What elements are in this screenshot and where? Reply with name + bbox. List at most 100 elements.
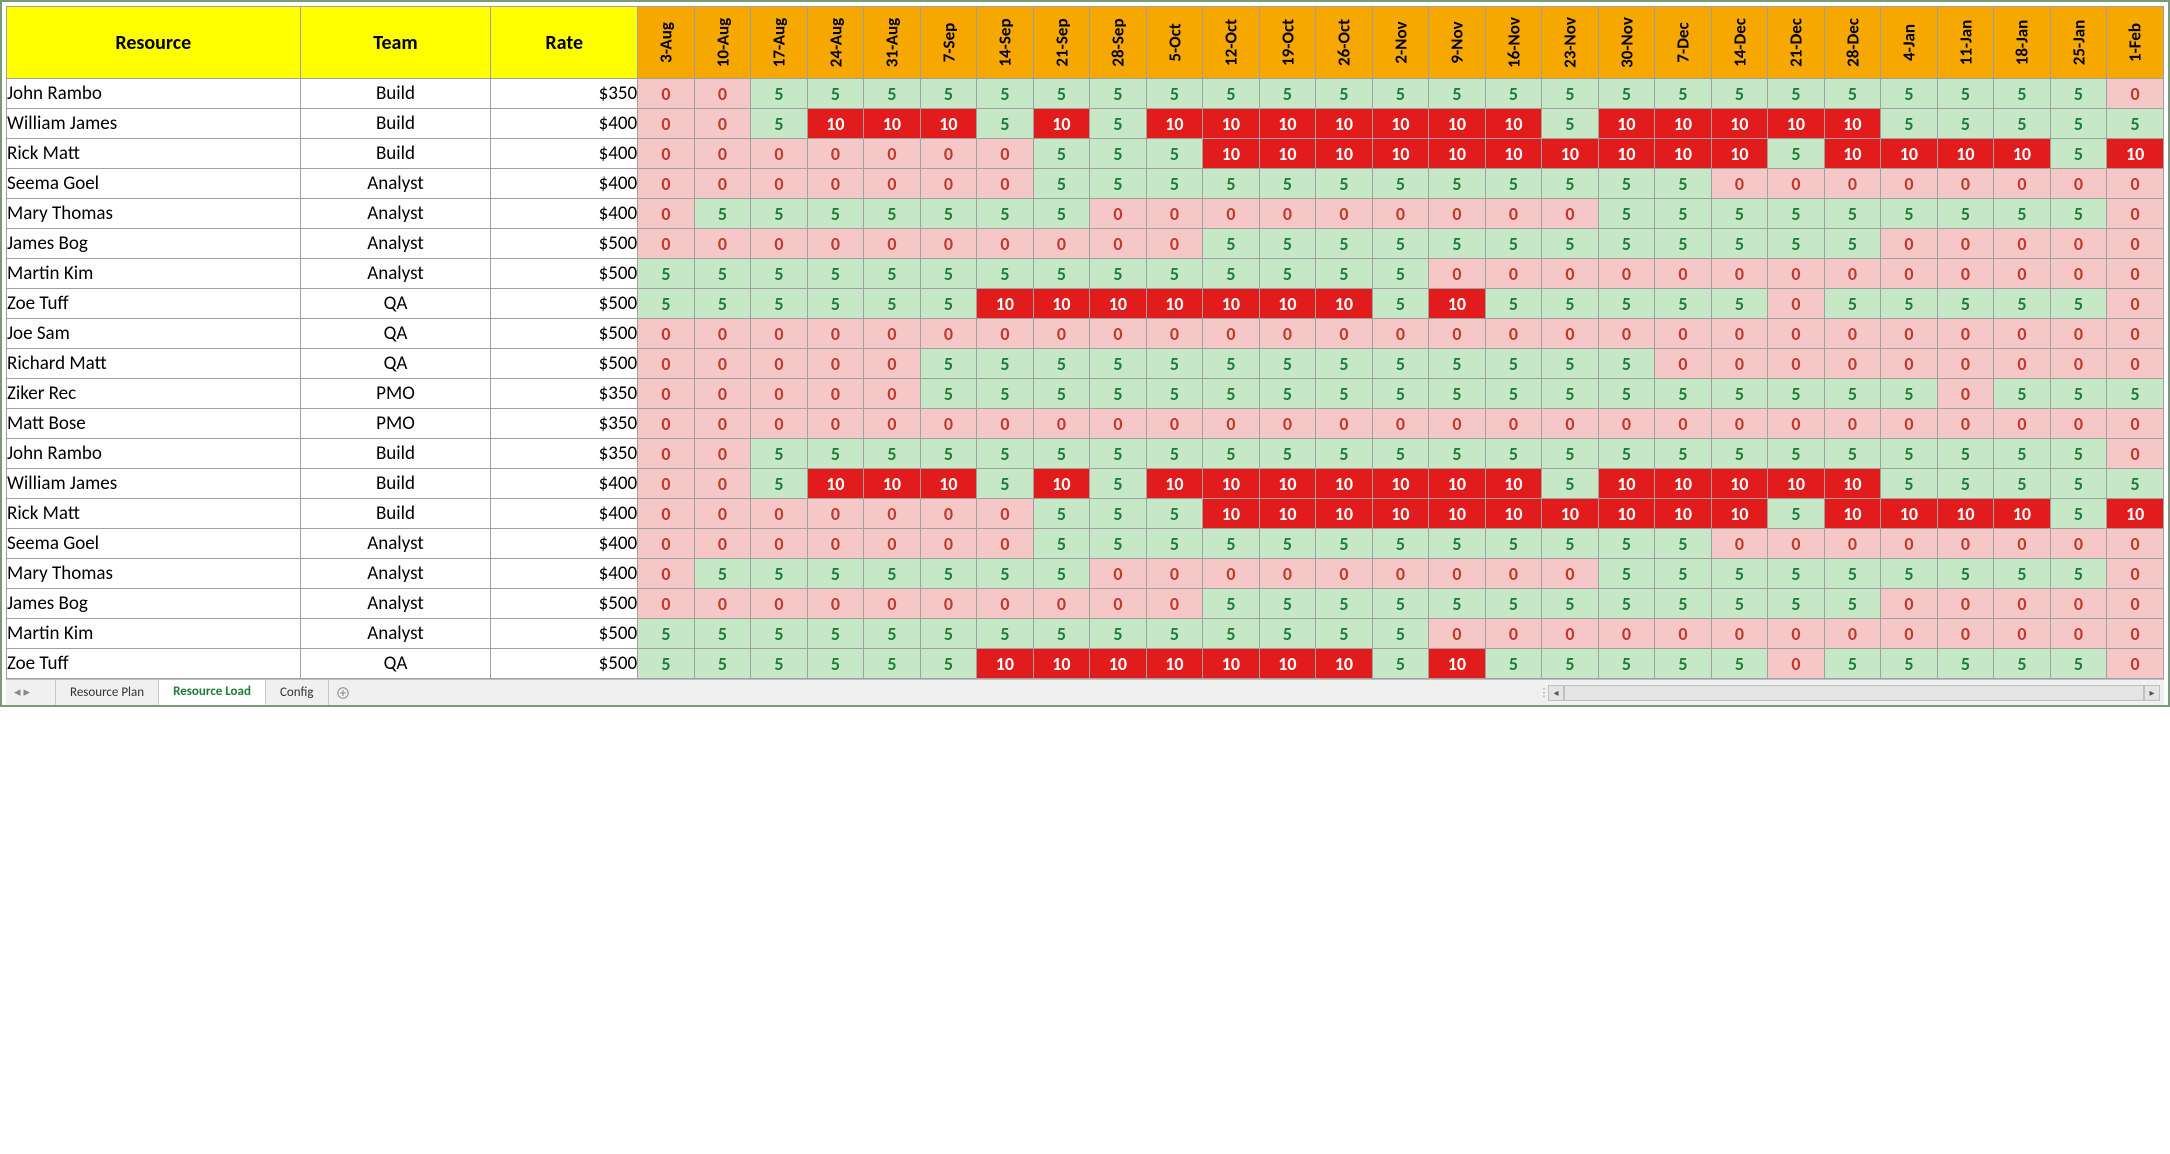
load-cell[interactable]: 5 [1033,379,1090,409]
load-cell[interactable]: 0 [1316,319,1373,349]
load-cell[interactable]: 0 [638,499,695,529]
load-cell[interactable]: 5 [1033,499,1090,529]
rate-cell[interactable]: $400 [491,139,638,169]
load-cell[interactable]: 5 [694,649,751,679]
team-cell[interactable]: Build [300,139,491,169]
load-cell[interactable]: 0 [1824,619,1881,649]
rate-cell[interactable]: $500 [491,649,638,679]
load-cell[interactable]: 5 [1542,109,1599,139]
rate-cell[interactable]: $400 [491,169,638,199]
rate-cell[interactable]: $500 [491,229,638,259]
team-cell[interactable]: Build [300,439,491,469]
resource-cell[interactable]: James Bog [7,229,301,259]
load-cell[interactable]: 5 [1033,199,1090,229]
load-cell[interactable]: 5 [920,79,977,109]
load-cell[interactable]: 5 [1881,109,1938,139]
load-cell[interactable]: 5 [1655,199,1712,229]
load-cell[interactable]: 10 [1259,289,1316,319]
sheet-tab[interactable]: Config [266,680,329,705]
team-cell[interactable]: QA [300,289,491,319]
resource-cell[interactable]: Martin Kim [7,259,301,289]
team-cell[interactable]: Analyst [300,559,491,589]
load-cell[interactable]: 0 [1937,619,1994,649]
load-cell[interactable]: 10 [1429,109,1486,139]
load-cell[interactable]: 10 [1372,499,1429,529]
col-header-date[interactable]: 30-Nov [1598,7,1655,79]
load-cell[interactable]: 5 [1259,619,1316,649]
col-header-date[interactable]: 10-Aug [694,7,751,79]
load-cell[interactable]: 0 [2050,409,2107,439]
load-cell[interactable]: 0 [1316,199,1373,229]
load-cell[interactable]: 10 [1429,289,1486,319]
col-header-date[interactable]: 24-Aug [807,7,864,79]
load-cell[interactable]: 0 [1372,559,1429,589]
load-cell[interactable]: 10 [1429,499,1486,529]
load-cell[interactable]: 5 [1429,379,1486,409]
load-cell[interactable]: 0 [751,139,808,169]
load-cell[interactable]: 0 [638,349,695,379]
rate-cell[interactable]: $400 [491,559,638,589]
resource-load-grid[interactable]: Resource Team Rate 3-Aug10-Aug17-Aug24-A… [6,6,2164,679]
load-cell[interactable]: 10 [807,109,864,139]
load-cell[interactable]: 0 [1090,589,1147,619]
load-cell[interactable]: 0 [1033,319,1090,349]
load-cell[interactable]: 0 [2050,319,2107,349]
load-cell[interactable]: 5 [807,439,864,469]
load-cell[interactable]: 0 [751,319,808,349]
load-cell[interactable]: 0 [1937,169,1994,199]
load-cell[interactable]: 10 [1033,289,1090,319]
load-cell[interactable]: 5 [1994,199,2051,229]
load-cell[interactable]: 0 [1429,409,1486,439]
load-cell[interactable]: 5 [1881,79,1938,109]
load-cell[interactable]: 0 [1203,319,1260,349]
load-cell[interactable]: 0 [694,319,751,349]
load-cell[interactable]: 5 [1824,589,1881,619]
load-cell[interactable]: 0 [1485,559,1542,589]
load-cell[interactable]: 10 [977,649,1034,679]
load-cell[interactable]: 5 [1090,109,1147,139]
load-cell[interactable]: 5 [1711,79,1768,109]
load-cell[interactable]: 0 [1598,409,1655,439]
load-cell[interactable]: 5 [1711,559,1768,589]
load-cell[interactable]: 5 [1259,349,1316,379]
load-cell[interactable]: 0 [751,349,808,379]
load-cell[interactable]: 5 [1655,439,1712,469]
col-header-date[interactable]: 1-Feb [2107,7,2164,79]
load-cell[interactable]: 5 [1372,289,1429,319]
load-cell[interactable]: 10 [1033,469,1090,499]
load-cell[interactable]: 10 [920,109,977,139]
load-cell[interactable]: 0 [864,139,921,169]
load-cell[interactable]: 0 [1937,589,1994,619]
load-cell[interactable]: 0 [638,79,695,109]
load-cell[interactable]: 0 [694,589,751,619]
load-cell[interactable]: 0 [1655,349,1712,379]
load-cell[interactable]: 0 [1655,619,1712,649]
load-cell[interactable]: 0 [751,499,808,529]
load-cell[interactable]: 5 [1316,589,1373,619]
team-cell[interactable]: Build [300,469,491,499]
scroll-left-button[interactable]: ◂ [1548,685,1564,701]
load-cell[interactable]: 10 [1203,469,1260,499]
load-cell[interactable]: 0 [1994,259,2051,289]
load-cell[interactable]: 0 [694,109,751,139]
load-cell[interactable]: 5 [1259,529,1316,559]
load-cell[interactable]: 0 [920,499,977,529]
load-cell[interactable]: 5 [1429,169,1486,199]
load-cell[interactable]: 0 [1429,319,1486,349]
load-cell[interactable]: 0 [2050,529,2107,559]
team-cell[interactable]: PMO [300,409,491,439]
load-cell[interactable]: 5 [864,559,921,589]
load-cell[interactable]: 5 [1598,79,1655,109]
resource-cell[interactable]: Seema Goel [7,529,301,559]
load-cell[interactable]: 0 [1485,259,1542,289]
load-cell[interactable]: 0 [864,589,921,619]
load-cell[interactable]: 0 [751,379,808,409]
load-cell[interactable]: 10 [2107,499,2164,529]
load-cell[interactable]: 5 [1203,169,1260,199]
load-cell[interactable]: 0 [1768,259,1825,289]
load-cell[interactable]: 0 [1768,409,1825,439]
load-cell[interactable]: 10 [1033,649,1090,679]
load-cell[interactable]: 0 [1937,259,1994,289]
load-cell[interactable]: 5 [1768,589,1825,619]
load-cell[interactable]: 0 [694,169,751,199]
